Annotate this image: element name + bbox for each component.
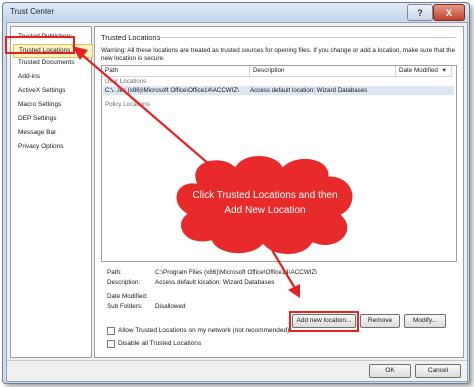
nav-item-dep-settings[interactable]: DEP Settings xyxy=(13,113,91,125)
nav-item-trusted-documents[interactable]: Trusted Documents xyxy=(13,57,91,69)
close-button[interactable]: X xyxy=(433,4,465,21)
footer-divider xyxy=(7,360,467,361)
path-value: C:\Program Files (x86)\Microsoft Office\… xyxy=(155,269,318,276)
group-header-policy-locations: Policy Locations xyxy=(105,101,150,108)
help-button[interactable]: ? xyxy=(407,4,433,21)
column-header-date-modified[interactable]: Date Modified ▾ xyxy=(396,66,452,77)
allow-network-label[interactable]: Allow Trusted Locations on my network (n… xyxy=(118,327,289,334)
sort-arrow-icon: ▾ xyxy=(442,67,446,74)
section-divider xyxy=(149,37,457,38)
column-header-description[interactable]: Description xyxy=(250,66,396,77)
instruction-callout: Click Trusted Locations and then Add New… xyxy=(165,150,365,260)
disable-all-label[interactable]: Disable all Trusted Locations xyxy=(118,340,201,347)
modify-button[interactable]: Modify... xyxy=(404,314,446,328)
callout-text: Click Trusted Locations and then Add New… xyxy=(192,190,338,216)
row-path: C:\...les (x86)\Microsoft Office\Office1… xyxy=(105,87,239,94)
column-header-path[interactable]: Path xyxy=(102,66,250,77)
sub-folders-value: Disallowed xyxy=(155,303,186,310)
path-label: Path: xyxy=(107,269,122,276)
nav-item-activex-settings[interactable]: ActiveX Settings xyxy=(13,85,91,97)
sub-folders-label: Sub Folders: xyxy=(107,303,143,310)
description-value: Access default location: Wizard Database… xyxy=(155,279,275,286)
nav-item-add-ins[interactable]: Add-ins xyxy=(13,71,91,83)
group-header-user-locations: User Locations xyxy=(105,78,147,85)
disable-all-checkbox[interactable] xyxy=(107,340,115,348)
category-nav: Trusted Publishers Trusted Locations Tru… xyxy=(10,26,93,358)
nav-item-macro-settings[interactable]: Macro Settings xyxy=(13,99,91,111)
remove-button[interactable]: Remove xyxy=(360,314,400,328)
row-description: Access default location: Wizard Database… xyxy=(250,87,368,94)
date-modified-label: Date Modified: xyxy=(107,293,148,300)
warning-text: Warning: All these locations are treated… xyxy=(101,47,455,62)
column-header-date-modified-label: Date Modified xyxy=(399,67,438,74)
window-title: Trust Center xyxy=(10,7,55,16)
add-new-location-button[interactable]: Add new location... xyxy=(292,314,356,328)
cancel-button[interactable]: Cancel xyxy=(415,364,461,378)
description-label: Description: xyxy=(107,279,141,286)
trusted-locations-highlight xyxy=(5,36,75,54)
ok-button[interactable]: OK xyxy=(369,364,411,378)
title-bar: Trust Center ? X xyxy=(3,3,469,21)
nav-item-privacy-options[interactable]: Privacy Options xyxy=(13,141,91,153)
nav-item-message-bar[interactable]: Message Bar xyxy=(13,127,91,139)
allow-network-checkbox[interactable] xyxy=(107,327,115,335)
